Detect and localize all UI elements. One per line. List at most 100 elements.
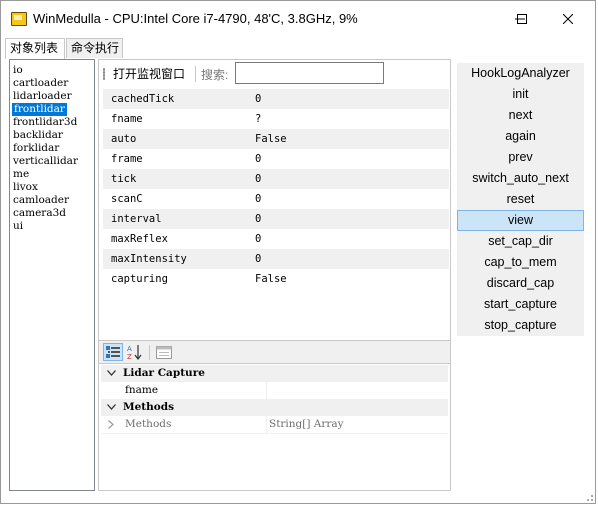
command-button[interactable]: stop_capture <box>457 315 584 336</box>
property-pages-icon <box>156 345 172 359</box>
command-button[interactable]: again <box>457 126 584 147</box>
collapse-icon[interactable] <box>105 401 117 413</box>
object-list-item[interactable]: verticallidar <box>13 155 78 168</box>
property-row[interactable]: frame 0 <box>103 149 449 169</box>
property-row[interactable]: maxReflex 0 <box>103 229 449 249</box>
command-button[interactable]: HookLogAnalyzer <box>457 63 584 84</box>
property-key: tick <box>111 173 137 185</box>
property-key: maxReflex <box>111 233 168 245</box>
maximize-icon <box>517 14 527 24</box>
command-button[interactable]: view <box>457 210 584 231</box>
property-key: capturing <box>111 273 168 285</box>
categorized-button[interactable] <box>103 343 123 361</box>
object-list-item[interactable]: forklidar <box>13 142 59 155</box>
object-list-item[interactable]: camloader <box>13 194 69 207</box>
property-key: auto <box>111 133 137 145</box>
grid-row-fname[interactable]: fname <box>101 382 448 399</box>
category-lidar-capture[interactable]: Lidar Capture <box>101 365 448 382</box>
command-button[interactable]: cap_to_mem <box>457 252 584 273</box>
title-bar[interactable]: WinMedulla - CPU:Intel Core i7-4790, 48'… <box>1 1 595 37</box>
window-title: WinMedulla - CPU:Intel Core i7-4790, 48'… <box>33 11 358 26</box>
alphabetical-icon: A Z <box>127 345 142 360</box>
tab-command-exec[interactable]: 命令执行 <box>66 38 123 58</box>
command-button[interactable]: next <box>457 105 584 126</box>
close-button[interactable] <box>545 5 591 33</box>
property-value: 0 <box>255 253 262 265</box>
toolbar-grip[interactable] <box>103 68 105 80</box>
property-grid: A Z Lidar Capture fname Methods Methods … <box>99 340 450 490</box>
search-input[interactable] <box>235 62 384 84</box>
object-list-item[interactable]: me <box>13 168 29 181</box>
maximize-button[interactable] <box>499 5 545 33</box>
property-row[interactable]: auto False <box>103 129 449 149</box>
category-methods[interactable]: Methods <box>101 399 448 416</box>
property-key: scanC <box>111 193 143 205</box>
object-list-item[interactable]: backlidar <box>13 129 63 142</box>
command-button[interactable]: set_cap_dir <box>457 231 584 252</box>
object-list-item[interactable]: lidarloader <box>13 90 72 103</box>
property-pages-button[interactable] <box>154 343 174 361</box>
object-list-item[interactable]: ui <box>13 220 23 233</box>
category-label: Lidar Capture <box>123 367 205 379</box>
property-row[interactable]: maxIntensity 0 <box>103 249 449 269</box>
tab-object-list[interactable]: 对象列表 <box>5 38 65 59</box>
toolbar-separator <box>195 66 196 82</box>
grid-row-value[interactable] <box>266 382 449 399</box>
property-row[interactable]: interval 0 <box>103 209 449 229</box>
property-key: frame <box>111 153 143 165</box>
property-toolbar: 打开监视窗口 搜索: <box>99 60 450 88</box>
command-button[interactable]: start_capture <box>457 294 584 315</box>
property-panel: 打开监视窗口 搜索: cachedTick 0 fname? auto False fra… <box>98 59 451 491</box>
command-button[interactable]: discard_cap <box>457 273 584 294</box>
property-value: False <box>255 133 287 145</box>
property-row[interactable]: cachedTick 0 <box>103 89 449 109</box>
command-button[interactable]: reset <box>457 189 584 210</box>
object-list-item[interactable]: cartloader <box>13 77 68 90</box>
property-key: maxIntensity <box>111 253 187 265</box>
resize-grip-icon[interactable] <box>583 491 593 501</box>
object-list-item[interactable]: frontlidar3d <box>13 116 77 129</box>
object-list-item[interactable]: camera3d <box>13 207 66 220</box>
property-value: 0 <box>255 93 262 105</box>
alphabetical-button[interactable]: A Z <box>125 343 145 361</box>
main-window: WinMedulla - CPU:Intel Core i7-4790, 48'… <box>0 0 596 504</box>
object-list-item[interactable]: io <box>13 64 23 77</box>
property-key: interval <box>111 213 162 225</box>
property-list: cachedTick 0 fname? auto False frame 0 tick 0 sca… <box>103 89 449 341</box>
property-row[interactable]: tick 0 <box>103 169 449 189</box>
command-panel: HookLogAnalyzer init next again prev switch_a… <box>454 59 588 491</box>
command-button[interactable]: init <box>457 84 584 105</box>
close-icon <box>563 14 573 24</box>
expand-icon[interactable] <box>105 418 117 430</box>
command-button[interactable]: switch_auto_next <box>457 168 584 189</box>
search-label: 搜索: <box>201 68 229 82</box>
collapse-icon[interactable] <box>105 367 117 379</box>
svg-text:A: A <box>127 345 132 353</box>
property-value: 0 <box>255 153 262 165</box>
property-value: 0 <box>255 233 262 245</box>
property-value: ? <box>255 113 262 125</box>
pg-toolbar-separator <box>149 345 150 360</box>
grid-row-methods[interactable]: Methods String[] Array <box>101 416 448 434</box>
property-value: 0 <box>255 193 262 205</box>
property-row[interactable]: capturing False <box>103 269 449 289</box>
property-row[interactable]: fname? <box>103 109 449 129</box>
command-button[interactable]: prev <box>457 147 584 168</box>
object-list-item[interactable]: livox <box>13 181 38 194</box>
object-list-item[interactable]: frontlidar <box>12 103 67 116</box>
property-value: 0 <box>255 213 262 225</box>
property-key: cachedTick <box>111 93 175 105</box>
property-value: 0 <box>255 173 262 185</box>
open-monitor-button[interactable]: 打开监视窗口 <box>113 65 185 82</box>
grid-row-name: Methods <box>125 418 172 430</box>
property-key: fname <box>111 113 143 125</box>
svg-text:Z: Z <box>127 353 132 360</box>
property-row[interactable]: scanC 0 <box>103 189 449 209</box>
object-list[interactable]: io cartloader lidarloader frontlidar frontli… <box>9 59 95 491</box>
property-grid-body: Lidar Capture fname Methods Methods Stri… <box>101 365 450 489</box>
categorized-icon <box>106 346 120 358</box>
grid-row-value[interactable]: String[] Array <box>266 416 449 433</box>
property-value: False <box>255 273 287 285</box>
category-label: Methods <box>123 401 175 413</box>
app-icon <box>11 12 27 26</box>
